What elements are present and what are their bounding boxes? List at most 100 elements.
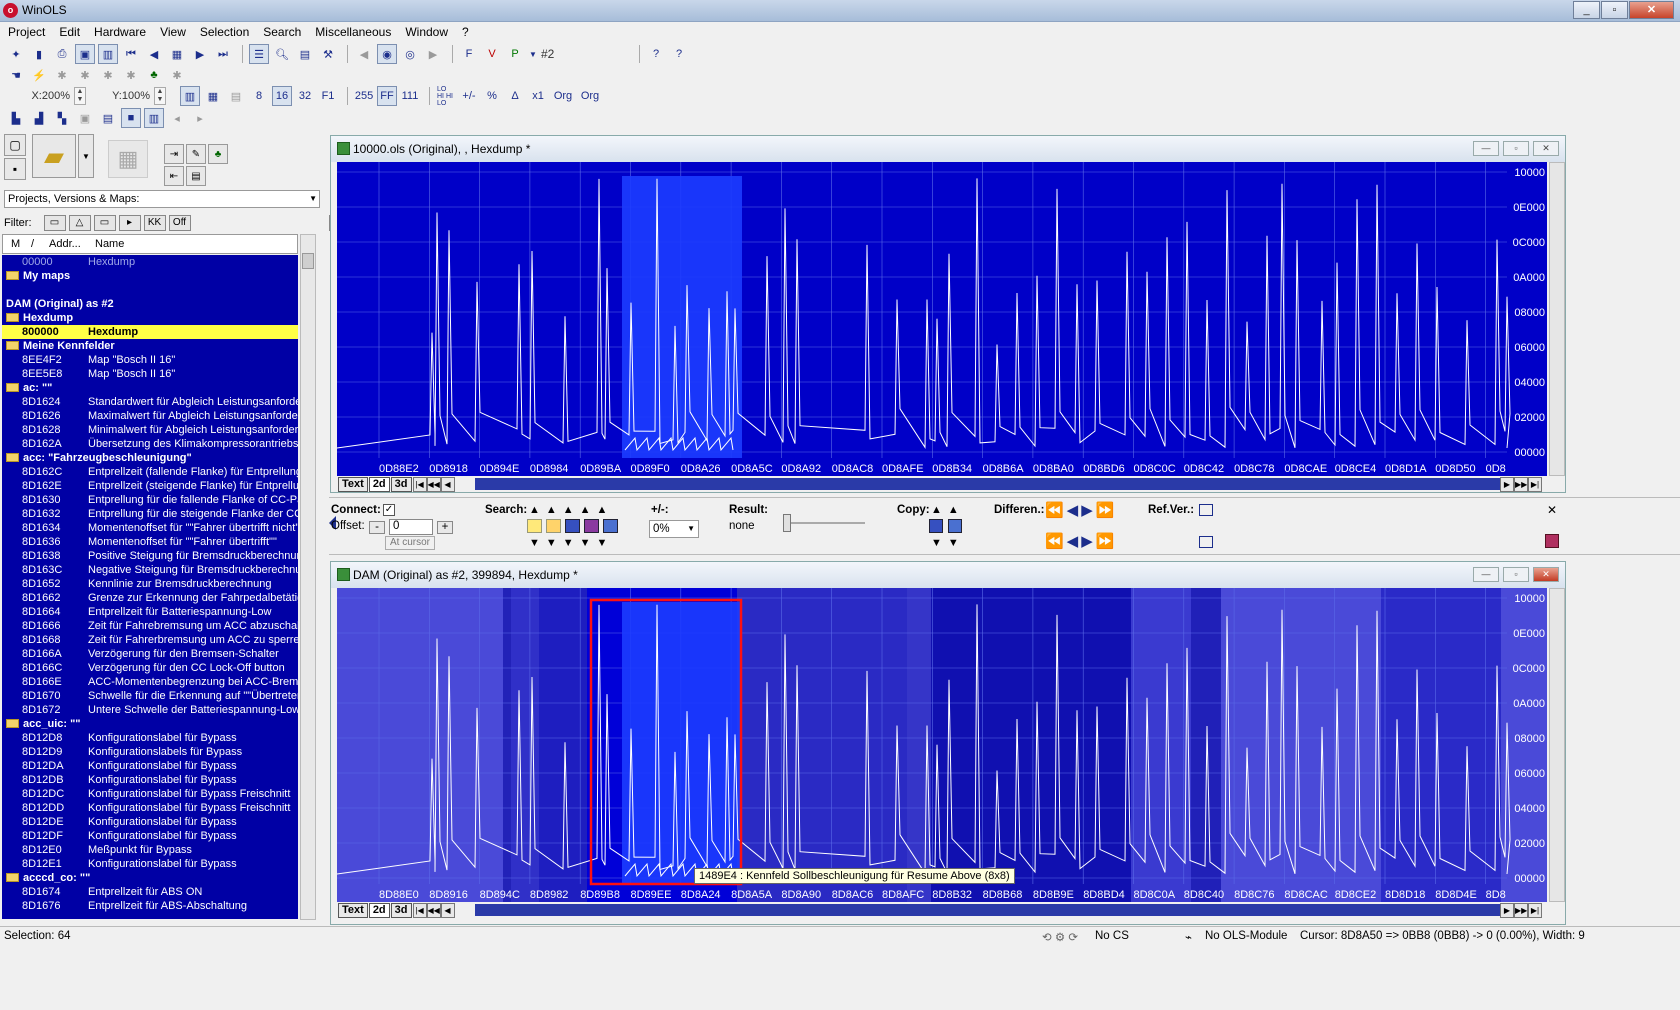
chart2-icon[interactable]: ▟ <box>29 108 49 128</box>
menu-hardware[interactable]: Hardware <box>90 25 150 39</box>
tree-item[interactable]: 8D1626 Maximalwert für Abgleich Leistungs… <box>2 409 298 423</box>
tree-item[interactable]: 8D163C Negative Steigung für Bremsdruckbe… <box>2 563 298 577</box>
tree-item[interactable]: 8D12D9 Konfigurationslabels für Bypass <box>2 745 298 759</box>
last-page-icon[interactable]: ▶| <box>1528 476 1542 492</box>
tree-group[interactable]: My maps <box>2 269 298 283</box>
chart4-icon[interactable]: ▤ <box>98 108 118 128</box>
window-1-vscroll[interactable] <box>1549 162 1565 476</box>
tree-item[interactable]: 8D1674 Entprellzeit für ABS ON <box>2 885 298 899</box>
col-name[interactable]: Name <box>95 238 124 250</box>
bits32-button[interactable]: 32 <box>295 86 315 106</box>
filter-a-button[interactable]: ▭ <box>43 215 66 231</box>
connect-checkbox[interactable]: ✓ <box>383 504 395 516</box>
first-icon[interactable]: ⏮ <box>121 44 141 64</box>
menu-help[interactable]: ? <box>458 25 473 39</box>
tree-item[interactable]: 8D166A Verzögerung für den Bremsen-Schalt… <box>2 647 298 661</box>
first-page-icon[interactable]: |◀ <box>412 476 427 492</box>
tool-a-icon[interactable]: ⇥ <box>164 144 184 164</box>
last-icon[interactable]: ⏭ <box>213 44 233 64</box>
chart6-icon[interactable]: ▥ <box>144 108 164 128</box>
tree-icon[interactable]: ♣ <box>144 65 164 85</box>
tree-item[interactable]: 8D162E Entprellzeit (steigende Flanke) fü… <box>2 479 298 493</box>
p-icon[interactable]: P <box>505 44 525 64</box>
grid-icon[interactable]: ▦ <box>167 44 187 64</box>
tree-item[interactable]: 8D12DF Konfigurationslabel für Bypass <box>2 829 298 843</box>
filter-b-button[interactable]: △ <box>68 215 91 231</box>
find-icon[interactable]: 🔍︎ <box>272 44 292 64</box>
graph-2[interactable]: 10000 0E000 0C000 0A000 08000 06000 04000 02000… <box>337 588 1547 902</box>
back-icon[interactable]: ◀ <box>354 44 374 64</box>
prev-icon[interactable]: ◀ <box>144 44 164 64</box>
tool-d-icon[interactable]: ⇤ <box>164 166 184 186</box>
forward-icon[interactable]: ▶ <box>1500 902 1514 918</box>
tree-item[interactable]: 8D1638 Positive Steigung für Bremsdruckbe… <box>2 549 298 563</box>
filter-off-button[interactable]: Off <box>168 215 191 231</box>
dropdown-icon[interactable]: ▼ <box>528 44 538 64</box>
save-icon[interactable]: ▪ <box>4 158 26 180</box>
fast-forward-icon[interactable]: ▶▶ <box>1514 902 1528 918</box>
next-icon[interactable]: ▶ <box>190 44 210 64</box>
window-2-minimize[interactable]: — <box>1473 567 1499 582</box>
tree-project[interactable]: DAM (Original) as #2 <box>2 297 298 311</box>
diff-nav-bottom[interactable]: ⏪◀▶⏩ <box>1045 532 1117 550</box>
tree-group[interactable]: acc: "Fahrzeugbeschleunigung" <box>2 451 298 465</box>
search-d-icon[interactable] <box>584 519 599 533</box>
tree-item[interactable]: 8D1670 Schwelle für die Erkennung auf ""Ü… <box>2 689 298 703</box>
tab-2d[interactable]: 2d <box>368 902 390 918</box>
tool-c-icon[interactable]: ♣ <box>208 144 228 164</box>
tree-item[interactable]: 8D12DC Konfigurationslabel für Bypass Fre… <box>2 787 298 801</box>
first-page-icon[interactable]: |◀ <box>412 902 427 918</box>
org-button[interactable]: Org <box>551 86 575 106</box>
new-icon[interactable]: ▢ <box>4 134 26 156</box>
tree-group[interactable]: Meine Kennfelder <box>2 339 298 353</box>
forward-icon[interactable]: ▶ <box>1500 476 1514 492</box>
fast-back-icon[interactable]: ◀◀ <box>426 476 441 492</box>
window-2-vscroll[interactable] <box>1549 588 1565 902</box>
context-help-icon[interactable]: ? <box>669 44 689 64</box>
diff-nav-top[interactable]: ⏪◀▶⏩ <box>1045 501 1117 519</box>
open-folder-icon[interactable]: ▰ <box>32 134 76 178</box>
eraser-icon[interactable] <box>1545 534 1559 548</box>
window-2-maximize[interactable]: ▫ <box>1503 567 1529 582</box>
tools-icon[interactable]: ⚒ <box>318 44 338 64</box>
window-tile-icon[interactable]: ▣ <box>75 44 95 64</box>
map-tree[interactable]: 00000 Hexdump My maps DAM (Original) as #2 H… <box>2 255 298 919</box>
list-icon[interactable]: ☰ <box>249 44 269 64</box>
binary-button[interactable]: 111 <box>400 86 420 106</box>
menu-search[interactable]: Search <box>259 25 305 39</box>
percent-button[interactable]: % <box>482 86 502 106</box>
search-e-icon[interactable] <box>603 519 618 533</box>
database-icon[interactable]: ▮ <box>29 44 49 64</box>
tab-text[interactable]: Text <box>338 902 368 918</box>
zoom-x-stepper[interactable]: ▲ ▼ <box>74 87 86 105</box>
search-up-arrows[interactable]: ▲▲▲▲▲ <box>529 504 613 516</box>
sign-button[interactable]: +/- <box>459 86 479 106</box>
offset-plus-button[interactable]: + <box>437 521 453 534</box>
col-addr[interactable]: Addr... <box>49 238 81 250</box>
chart5-icon[interactable]: ■ <box>121 108 141 128</box>
tab-3d[interactable]: 3d <box>390 476 412 492</box>
zoom-y-stepper[interactable]: ▲ ▼ <box>154 87 166 105</box>
tree-item[interactable]: 8D1632 Entprellung für die steigende Flan… <box>2 507 298 521</box>
search-b-icon[interactable] <box>546 519 561 533</box>
search-c-icon[interactable] <box>565 519 580 533</box>
copy-up-arrows[interactable]: ▲▲ <box>931 504 965 516</box>
print-icon[interactable]: ⎙ <box>52 44 72 64</box>
tree-scrollbar[interactable] <box>300 234 316 920</box>
document-icon[interactable]: ▤ <box>295 44 315 64</box>
tree-item[interactable]: 8D12DE Konfigurationslabel für Bypass <box>2 815 298 829</box>
f-icon[interactable]: F <box>459 44 479 64</box>
tab-2d[interactable]: 2d <box>368 476 390 492</box>
decimal-button[interactable]: 255 <box>354 86 374 106</box>
result-slider-track[interactable] <box>783 522 865 524</box>
hand-icon[interactable]: ☚ <box>6 65 26 85</box>
close-button[interactable]: ✕ <box>1629 1 1674 19</box>
tree-item[interactable]: 8D1634 Momentenoffset für ""Fahrer übertr… <box>2 521 298 535</box>
new-project-icon[interactable]: ✦ <box>6 44 26 64</box>
tree-item[interactable]: 800000 Hexdump <box>2 325 298 339</box>
tree-item[interactable]: 8D1662 Grenze zur Erkennung der Fahrpedal… <box>2 591 298 605</box>
chart3-icon[interactable]: ▚ <box>52 108 72 128</box>
lohi-button[interactable]: LO HI HI LO <box>436 86 456 107</box>
tree-item[interactable]: 8D12D8 Konfigurationslabel für Bypass <box>2 731 298 745</box>
tree-item[interactable]: 8D12E0 Meßpunkt für Bypass <box>2 843 298 857</box>
